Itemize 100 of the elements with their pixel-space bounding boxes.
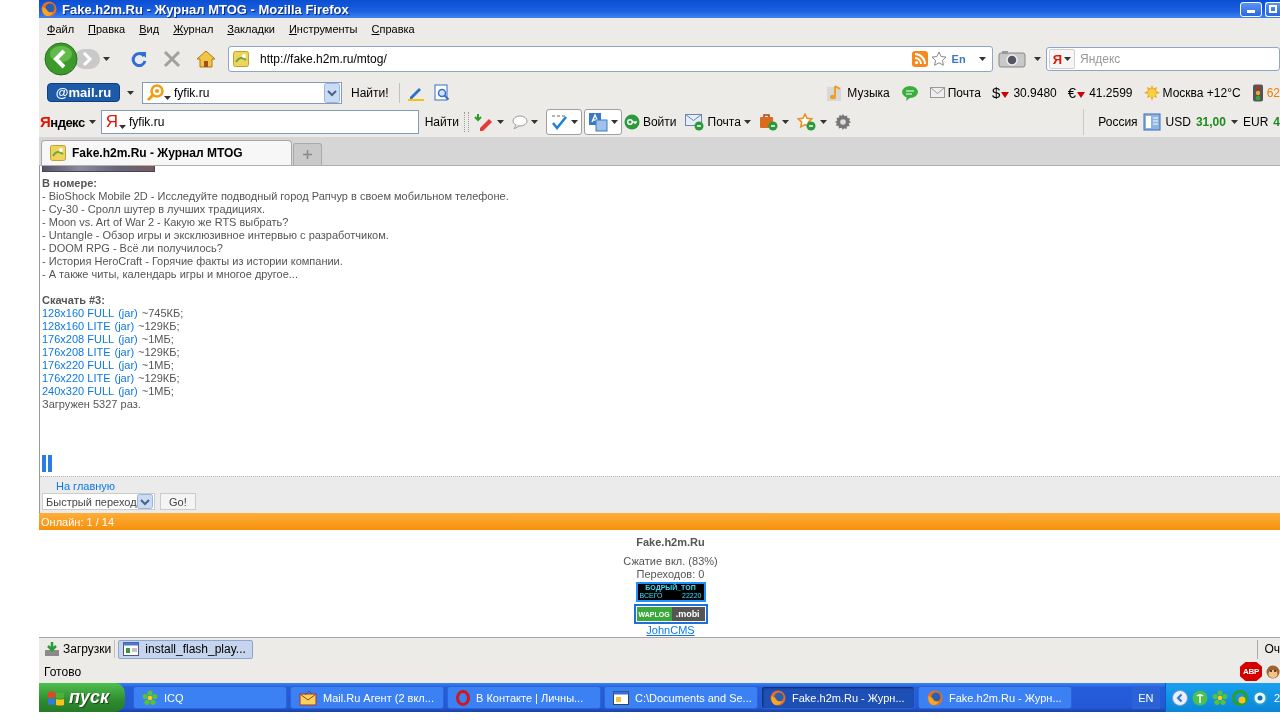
menu-item[interactable]: Закладки bbox=[220, 22, 282, 35]
clear-button[interactable]: Оч bbox=[1257, 639, 1280, 659]
maximize-icon bbox=[1269, 5, 1277, 13]
currency-code: EUR bbox=[1242, 114, 1269, 129]
caret-icon[interactable] bbox=[164, 95, 171, 100]
chevron-left-icon[interactable] bbox=[1171, 689, 1188, 706]
download-link[interactable]: 176x208 FULL bbox=[42, 333, 115, 346]
caret-icon[interactable] bbox=[978, 57, 986, 61]
adblock-logo[interactable]: ABP bbox=[1240, 662, 1262, 681]
go-button[interactable]: Go! bbox=[160, 493, 196, 510]
star-icon[interactable] bbox=[930, 51, 947, 67]
taskbar-button[interactable]: Mail.Ru Агент (2 вкл... bbox=[290, 686, 444, 709]
weather-link[interactable]: Москва +12°C bbox=[1143, 84, 1241, 101]
banner-text: .mobi bbox=[671, 607, 705, 621]
caret-icon[interactable] bbox=[103, 57, 110, 61]
search-combo[interactable]: fyfik.ru bbox=[142, 81, 342, 104]
spellcheck-button[interactable] bbox=[545, 108, 582, 135]
download-link[interactable]: 176x220 LITE bbox=[42, 372, 111, 385]
taskbar-button[interactable]: Fake.h2m.Ru - Журн... bbox=[761, 686, 915, 709]
format-link[interactable]: (jar) bbox=[114, 346, 135, 359]
start-button[interactable]: пуск bbox=[39, 683, 125, 712]
search-input[interactable]: fyfik.ru bbox=[128, 113, 418, 130]
antenna-icon[interactable] bbox=[1191, 689, 1208, 706]
comment-button[interactable] bbox=[511, 114, 538, 129]
menu-item[interactable]: Справка bbox=[364, 22, 422, 35]
download-link[interactable]: 128x160 LITE bbox=[42, 320, 111, 333]
double-bar-icon bbox=[42, 455, 52, 472]
file-size: ~1МБ; bbox=[141, 359, 174, 372]
search-input[interactable]: fyfik.ru bbox=[174, 84, 324, 101]
mail-logo[interactable]: @mail.ru bbox=[47, 83, 120, 102]
home-button[interactable] bbox=[196, 50, 217, 68]
file-size: ~1МБ; bbox=[141, 333, 174, 346]
keyboard-layout-indicator[interactable]: En bbox=[951, 53, 966, 65]
search-field[interactable]: Я Яндекс bbox=[1045, 47, 1280, 71]
rss-icon[interactable] bbox=[911, 51, 928, 67]
tab[interactable]: Fake.h2m.Ru - Журнал MTOG bbox=[41, 140, 292, 165]
document-search-button[interactable] bbox=[432, 83, 451, 102]
region-name[interactable]: Россия bbox=[1098, 114, 1138, 129]
maximize-button[interactable] bbox=[1265, 1, 1280, 17]
search-button[interactable]: Найти bbox=[424, 114, 459, 129]
flower-icon bbox=[142, 689, 158, 706]
download-item[interactable]: install_flash_play... bbox=[118, 639, 254, 659]
format-link[interactable]: (jar) bbox=[114, 320, 135, 333]
settings-button[interactable] bbox=[834, 113, 851, 130]
taskbar-button[interactable]: Fake.h2m.Ru - Журн... bbox=[918, 686, 1072, 709]
translate-button[interactable] bbox=[583, 108, 622, 135]
download-link[interactable]: 128x160 FULL bbox=[42, 307, 115, 320]
screenshot-button[interactable] bbox=[997, 50, 1026, 68]
search-button[interactable]: Найти! bbox=[348, 83, 392, 102]
search-engine-button[interactable]: Я bbox=[105, 112, 126, 131]
ring-icon[interactable] bbox=[1251, 689, 1268, 706]
caret-icon[interactable] bbox=[1033, 57, 1041, 61]
caret-icon[interactable] bbox=[127, 90, 134, 95]
yandex-logo[interactable]: Яндекс bbox=[40, 113, 85, 130]
menu-item[interactable]: Вид bbox=[132, 22, 167, 35]
format-link[interactable]: (jar) bbox=[114, 372, 135, 385]
document-magnifier-icon bbox=[433, 83, 450, 102]
window-icon[interactable] bbox=[1142, 112, 1161, 131]
house-icon bbox=[196, 50, 217, 68]
search-combo[interactable]: Я fyfik.ru bbox=[100, 109, 419, 134]
reload-button[interactable] bbox=[129, 50, 149, 68]
login-button[interactable]: Войти bbox=[623, 113, 677, 130]
bag-button[interactable] bbox=[758, 112, 789, 131]
caret-icon[interactable] bbox=[1230, 119, 1238, 124]
highlighter-button[interactable] bbox=[473, 112, 504, 131]
format-link[interactable]: (jar) bbox=[118, 333, 138, 346]
menu-item[interactable]: Правка bbox=[81, 22, 133, 35]
engine-link[interactable]: JohnCMS bbox=[646, 625, 695, 636]
key-icon bbox=[623, 113, 640, 130]
menu-item[interactable]: Инструменты bbox=[281, 22, 365, 35]
download-link[interactable]: 176x220 FULL bbox=[42, 359, 115, 372]
home-link[interactable]: На главную bbox=[56, 480, 116, 492]
format-link[interactable]: (jar) bbox=[118, 307, 138, 320]
minimize-button[interactable] bbox=[1240, 1, 1262, 17]
format-link[interactable]: (jar) bbox=[118, 385, 138, 398]
chevron-down-icon[interactable] bbox=[324, 82, 340, 103]
downloads-button[interactable]: Загрузки bbox=[44, 641, 112, 657]
search-engine-button[interactable]: Я bbox=[1048, 49, 1075, 69]
music-link[interactable]: Музыка bbox=[826, 83, 890, 102]
taskbar-button[interactable]: C:\Documents and Se... bbox=[604, 686, 758, 709]
mail-link[interactable]: Почта bbox=[929, 85, 982, 100]
chat-link[interactable] bbox=[900, 84, 919, 101]
caret-icon[interactable] bbox=[88, 119, 96, 124]
quick-nav-select[interactable]: Быстрый переход bbox=[42, 493, 155, 510]
taskbar-button[interactable]: ICQ bbox=[133, 686, 287, 709]
language-indicator[interactable]: EN bbox=[1131, 686, 1160, 709]
menu-item[interactable]: Журнал bbox=[166, 22, 221, 35]
flower-icon[interactable] bbox=[1211, 689, 1228, 706]
download-link[interactable]: 176x208 LITE bbox=[42, 346, 111, 359]
taskbar-button[interactable]: В Контакте | Личны... bbox=[447, 686, 601, 709]
address-field[interactable]: http://fake.h2m.ru/mtog/ En bbox=[228, 46, 993, 72]
monkey-face-icon[interactable] bbox=[1266, 663, 1280, 680]
traffic-light-icon bbox=[1251, 83, 1264, 102]
section-heading: В номере: bbox=[42, 177, 98, 190]
menu-item[interactable]: Файл bbox=[40, 22, 82, 35]
format-link[interactable]: (jar) bbox=[118, 359, 138, 372]
back-button[interactable] bbox=[44, 42, 78, 76]
favorites-button[interactable] bbox=[796, 112, 827, 131]
mail-button[interactable]: Почта bbox=[684, 112, 751, 131]
download-link[interactable]: 240x320 FULL bbox=[42, 385, 115, 398]
